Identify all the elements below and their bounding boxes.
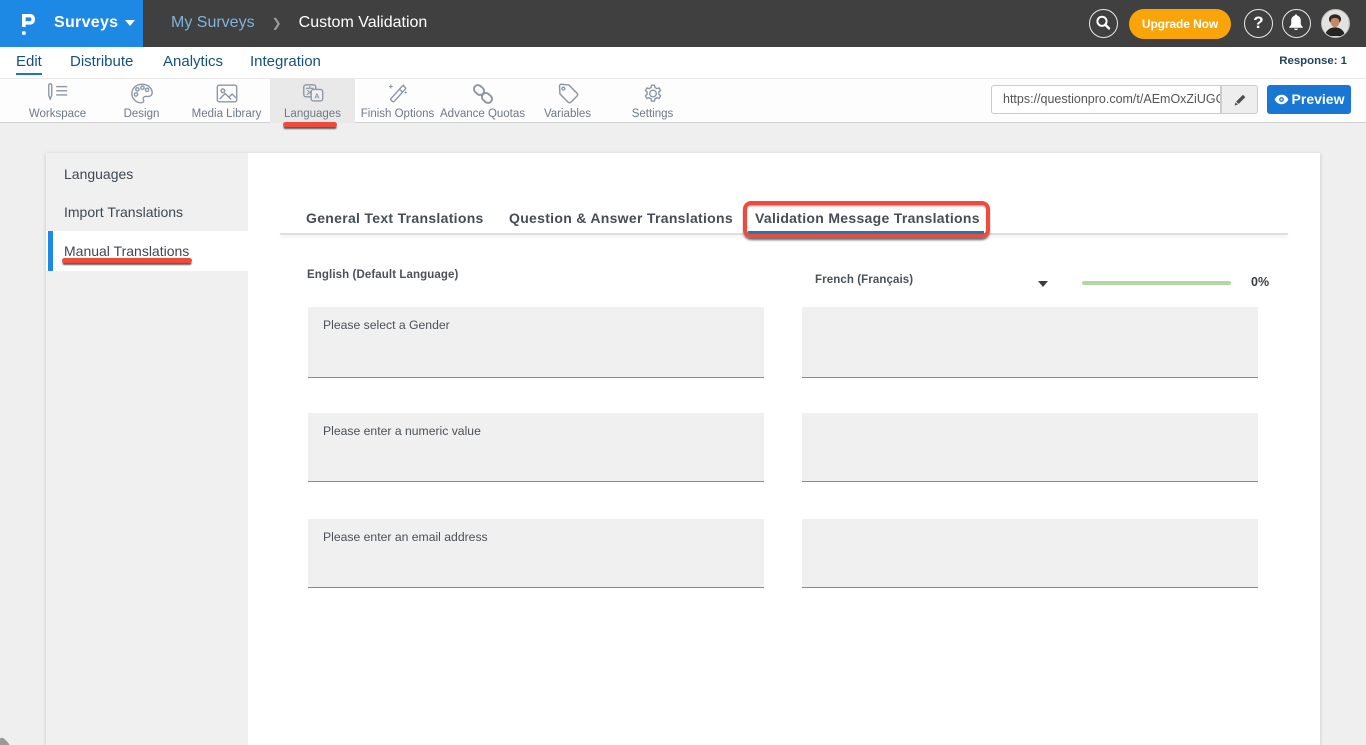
svg-text:A: A	[314, 91, 320, 100]
